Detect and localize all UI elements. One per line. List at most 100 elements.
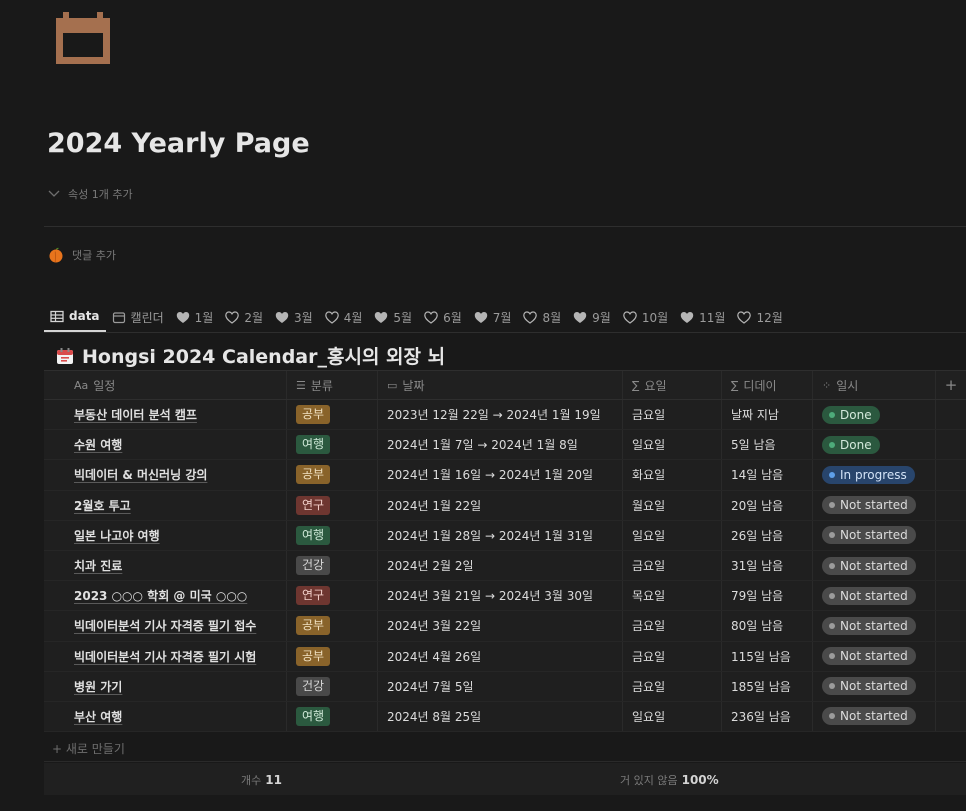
row-title[interactable]: 빅데이터분석 기사 자격증 필기 시험	[44, 641, 287, 671]
column-label: 날짜	[402, 378, 425, 393]
row-date[interactable]: 2024년 7월 5일	[378, 671, 623, 701]
row-title[interactable]: 빅데이터 & 머신러닝 강의	[44, 460, 287, 490]
row-category-cell[interactable]: 공부	[287, 641, 378, 671]
table-row[interactable]: 부산 여행 여행 2024년 8월 25일 일요일 236일 남음 Not started	[44, 701, 966, 733]
row-status-cell[interactable]: Not started	[813, 490, 936, 520]
row-date[interactable]: 2024년 2월 2일	[378, 550, 623, 581]
row-weekday: 금요일	[623, 641, 722, 671]
tab-month-4[interactable]: 4월	[319, 302, 369, 332]
table-row[interactable]: 빅데이터 & 머신러닝 강의 공부 2024년 1월 16일 → 2024년 1월 …	[44, 460, 966, 491]
tab-data[interactable]: data	[44, 302, 106, 332]
row-title[interactable]: 수원 여행	[44, 430, 287, 460]
row-status-cell[interactable]: Done	[813, 430, 936, 460]
table-footer: 개수 11 거 있지 않음 100%	[44, 763, 966, 795]
table-row[interactable]: 2월호 투고 연구 2024년 1월 22일 월요일 20일 남음 Not started	[44, 490, 966, 521]
row-status-cell[interactable]: Not started	[813, 641, 936, 671]
tab-month-11[interactable]: 11월	[674, 302, 731, 332]
row-title[interactable]: 부산 여행	[44, 701, 287, 732]
row-empty-cell	[936, 491, 966, 520]
row-title[interactable]: 일본 나고야 여행	[44, 520, 287, 550]
table-row[interactable]: 2023 ○○○ 학회 @ 미국 ○○○ 연구 2024년 3월 21일 → 202…	[44, 581, 966, 612]
percent-calculation[interactable]: 거 있지 않음 100%	[620, 772, 719, 788]
tab-month-8[interactable]: 8월	[517, 302, 567, 332]
tab-month-3[interactable]: 3월	[269, 302, 319, 332]
table-row[interactable]: 수원 여행 여행 2024년 1월 7일 → 2024년 1월 8일 일요일 5일 남음…	[44, 430, 966, 461]
row-date[interactable]: 2024년 3월 22일	[378, 611, 623, 641]
table-row[interactable]: 빅데이터분석 기사 자격증 필기 접수 공부 2024년 3월 22일 금요일 80일 …	[44, 611, 966, 642]
column-header-weekday[interactable]: ∑ 요일	[623, 371, 722, 399]
count-calculation[interactable]: 개수 11	[241, 772, 282, 788]
calendar-icon[interactable]	[54, 12, 112, 64]
row-date[interactable]: 2023년 12월 22일 → 2024년 1월 19일	[378, 400, 623, 430]
tab-month-1[interactable]: 1월	[170, 302, 220, 332]
row-category-cell[interactable]: 연구	[287, 490, 378, 520]
page-title[interactable]: 2024 Yearly Page	[47, 128, 310, 159]
tab-month-9[interactable]: 9월	[567, 302, 617, 332]
row-title[interactable]: 2월호 투고	[44, 490, 287, 520]
tab-month-10[interactable]: 10월	[617, 302, 674, 332]
status-dot	[829, 562, 835, 569]
column-header-dday[interactable]: ∑ 디데이	[722, 371, 813, 399]
add-property-button[interactable]: 속성 1개 추가	[48, 186, 133, 202]
row-category-cell[interactable]: 공부	[287, 400, 378, 430]
tab-month-2[interactable]: 2월	[219, 302, 269, 332]
category-tag: 연구	[296, 495, 331, 515]
column-header-date[interactable]: ▭ 날짜	[378, 371, 623, 399]
row-title[interactable]: 2023 ○○○ 학회 @ 미국 ○○○	[44, 581, 287, 611]
status-badge: Not started	[822, 556, 916, 575]
add-comment-button[interactable]: 댓글 추가	[48, 247, 116, 263]
row-status-cell[interactable]: Not started	[813, 581, 936, 611]
row-status-cell[interactable]: Done	[813, 400, 936, 430]
row-category-cell[interactable]: 건강	[287, 550, 378, 581]
column-header-category[interactable]: ☰ 분류	[287, 371, 378, 399]
table-row[interactable]: 치과 진료 건강 2024년 2월 2일 금요일 31일 남음 Not started	[44, 550, 966, 582]
row-date[interactable]: 2024년 1월 7일 → 2024년 1월 8일	[378, 430, 623, 460]
row-status-cell[interactable]: Not started	[813, 520, 936, 550]
row-category-cell[interactable]: 연구	[287, 581, 378, 611]
row-status-cell[interactable]: In progress	[813, 460, 936, 490]
row-date[interactable]: 2024년 1월 22일	[378, 490, 623, 520]
row-category-cell[interactable]: 여행	[287, 520, 378, 550]
row-title[interactable]: 부동산 데이터 분석 캠프	[44, 400, 287, 430]
column-header-status[interactable]: ⁘ 일시	[813, 371, 936, 399]
heart-outline-icon	[324, 310, 339, 324]
table-row[interactable]: 부동산 데이터 분석 캠프 공부 2023년 12월 22일 → 2024년 1월 …	[44, 400, 966, 431]
row-status-cell[interactable]: Not started	[813, 611, 936, 641]
row-weekday: 월요일	[623, 490, 722, 520]
row-title[interactable]: 병원 가기	[44, 671, 287, 701]
row-status-cell[interactable]: Not started	[813, 550, 936, 581]
percent-value: 100%	[681, 773, 719, 787]
row-category-cell[interactable]: 공부	[287, 611, 378, 641]
heart-filled-icon	[375, 311, 388, 323]
tab-month-12[interactable]: 12월	[731, 302, 788, 332]
row-category-cell[interactable]: 건강	[287, 671, 378, 701]
column-header-add[interactable]: +	[936, 371, 966, 399]
row-empty-cell	[936, 642, 966, 671]
row-category-cell[interactable]: 여행	[287, 701, 378, 732]
category-tag: 연구	[296, 586, 331, 606]
row-category-cell[interactable]: 여행	[287, 430, 378, 460]
row-date[interactable]: 2024년 3월 21일 → 2024년 3월 30일	[378, 581, 623, 611]
add-property-label: 속성 1개 추가	[68, 188, 133, 201]
row-date[interactable]: 2024년 1월 16일 → 2024년 1월 20일	[378, 460, 623, 490]
row-title[interactable]: 치과 진료	[44, 550, 287, 581]
column-header-title[interactable]: Aa 일정	[44, 371, 287, 399]
table-row[interactable]: 빅데이터분석 기사 자격증 필기 시험 공부 2024년 4월 26일 금요일 115일…	[44, 641, 966, 672]
tab-month-7[interactable]: 7월	[468, 302, 518, 332]
row-title[interactable]: 빅데이터분석 기사 자격증 필기 접수	[44, 611, 287, 641]
row-status-cell[interactable]: Not started	[813, 701, 936, 732]
table-row[interactable]: 병원 가기 건강 2024년 7월 5일 금요일 185일 남음 Not started	[44, 671, 966, 702]
tab-month-5[interactable]: 5월	[368, 302, 418, 332]
tab-month-6[interactable]: 6월	[418, 302, 468, 332]
database-title[interactable]: Hongsi 2024 Calendar_홍시의 외장 뇌	[56, 342, 445, 369]
table-row[interactable]: 일본 나고야 여행 여행 2024년 1월 28일 → 2024년 1월 31일 일요…	[44, 520, 966, 551]
status-label: Done	[840, 407, 872, 422]
new-row-button[interactable]: + 새로 만들기	[44, 736, 966, 762]
row-date[interactable]: 2024년 8월 25일	[378, 701, 623, 732]
row-category-cell[interactable]: 공부	[287, 460, 378, 490]
row-date[interactable]: 2024년 1월 28일 → 2024년 1월 31일	[378, 520, 623, 550]
row-date[interactable]: 2024년 4월 26일	[378, 641, 623, 671]
row-status-cell[interactable]: Not started	[813, 671, 936, 701]
tab-calendar[interactable]: 캘린더	[106, 302, 170, 332]
tab-label: 7월	[492, 310, 512, 325]
